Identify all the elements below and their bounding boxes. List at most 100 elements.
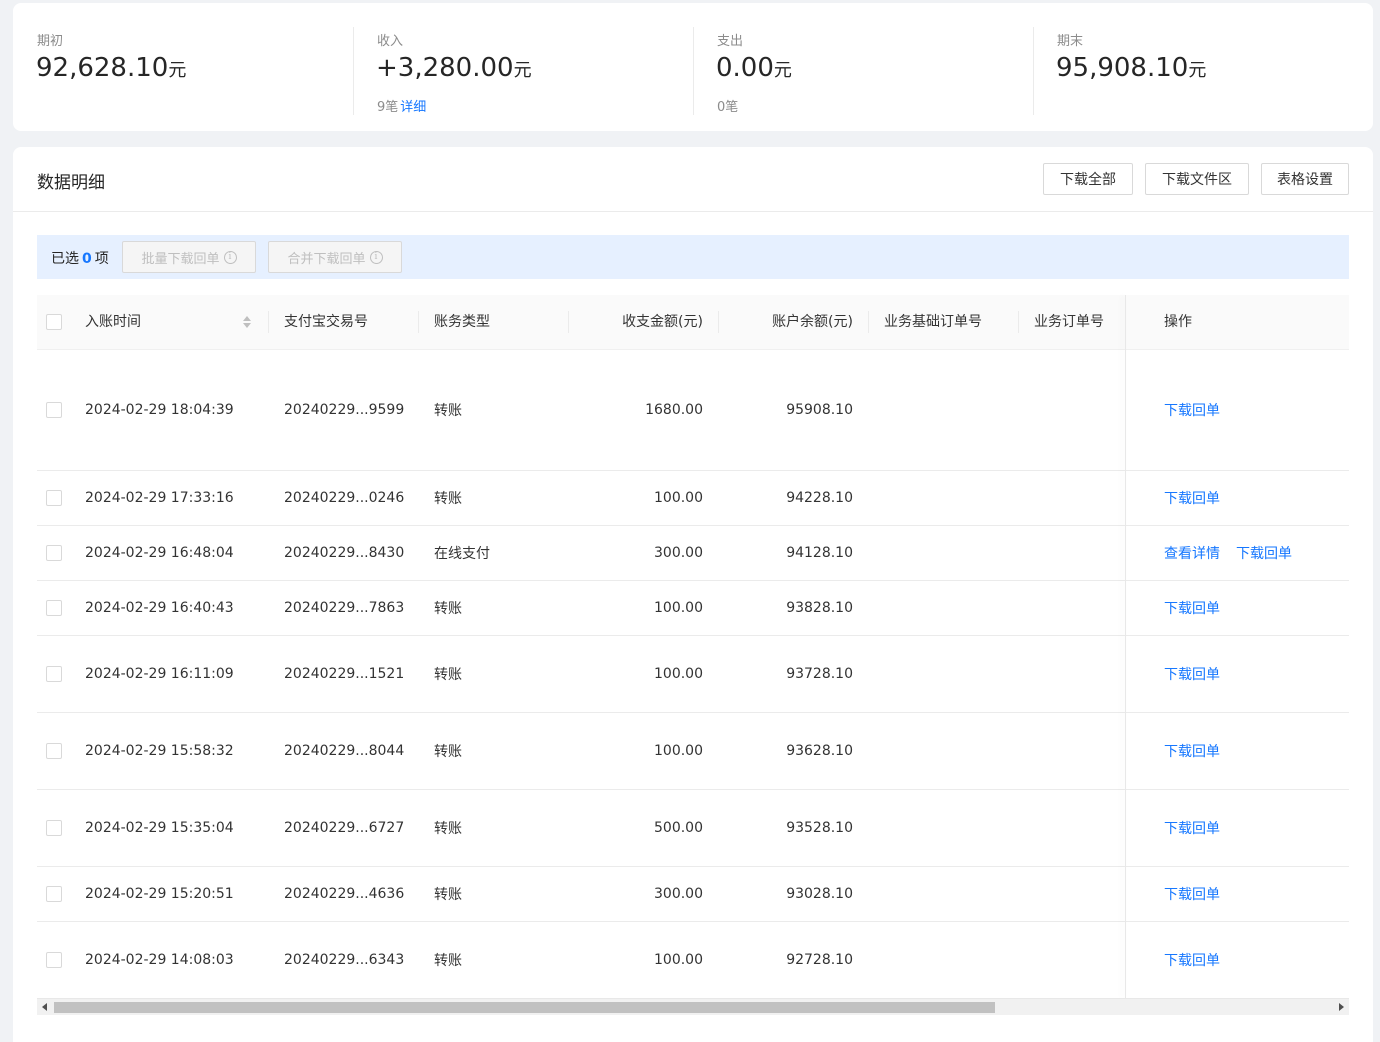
row-checkbox[interactable] — [46, 886, 62, 902]
merge-download-button[interactable]: 合并下载回单 i — [268, 241, 402, 273]
selection-bar: 已选 0 项 批量下载回单 i 合并下载回单 i — [37, 235, 1349, 279]
cell-trade-no: 20240229...0246 — [284, 490, 405, 506]
column-header-trade-no: 支付宝交易号 — [284, 314, 368, 330]
column-header-action: 操作 — [1164, 314, 1192, 330]
select-all-checkbox[interactable] — [46, 314, 62, 330]
row-checkbox[interactable] — [46, 952, 62, 968]
cell-trade-no: 20240229...8430 — [284, 545, 405, 561]
row-checkbox[interactable] — [46, 490, 62, 506]
column-divider — [268, 311, 269, 333]
download-receipt-link[interactable]: 下载回单 — [1164, 950, 1220, 970]
cell-time: 2024-02-29 16:48:04 — [85, 545, 234, 561]
cell-type: 转账 — [434, 887, 462, 903]
cell-type: 转账 — [434, 601, 462, 617]
cell-amount: 100.00 — [654, 743, 703, 759]
income-count: 9笔 详细 — [377, 100, 427, 115]
selection-count: 0 — [82, 251, 92, 267]
cell-amount: 1680.00 — [645, 402, 703, 418]
scrollbar-thumb[interactable] — [54, 1002, 995, 1013]
view-detail-link[interactable]: 查看详情 — [1164, 543, 1220, 563]
row-checkbox[interactable] — [46, 545, 62, 561]
column-header-time[interactable]: 入账时间 — [85, 295, 141, 350]
table-row: 2024-02-29 16:48:04 20240229...8430 在线支付… — [37, 526, 1349, 581]
cell-balance: 93028.10 — [786, 886, 853, 902]
cell-type: 在线支付 — [434, 546, 490, 562]
cell-balance: 95908.10 — [786, 402, 853, 418]
info-icon: i — [369, 250, 383, 264]
stat-divider — [693, 27, 694, 115]
cell-time: 2024-02-29 15:35:04 — [85, 820, 234, 836]
cell-amount: 100.00 — [654, 952, 703, 968]
cell-balance: 94128.10 — [786, 545, 853, 561]
cell-type: 转账 — [434, 821, 462, 837]
cell-amount: 500.00 — [654, 820, 703, 836]
income-stat: 收入 +3,280.00元 9笔 详细 — [353, 3, 693, 131]
selection-summary: 已选 0 项 — [51, 251, 109, 267]
column-header-amount: 收支金额(元) — [622, 314, 703, 330]
row-checkbox[interactable] — [46, 666, 62, 682]
scroll-left-icon[interactable] — [42, 1003, 47, 1011]
cell-amount: 100.00 — [654, 600, 703, 616]
row-checkbox[interactable] — [46, 820, 62, 836]
download-receipt-link[interactable]: 下载回单 — [1236, 543, 1292, 563]
closing-value: 95,908.10元 — [1056, 53, 1207, 83]
income-detail-link[interactable]: 详细 — [400, 100, 426, 115]
batch-download-button[interactable]: 批量下载回单 i — [122, 241, 256, 273]
row-checkbox[interactable] — [46, 600, 62, 616]
cell-type: 转账 — [434, 744, 462, 760]
panel-title: 数据明细 — [37, 173, 105, 193]
download-receipt-link[interactable]: 下载回单 — [1164, 818, 1220, 838]
download-receipt-link[interactable]: 下载回单 — [1164, 741, 1220, 761]
expense-value: 0.00元 — [716, 53, 792, 83]
row-checkbox[interactable] — [46, 743, 62, 759]
download-files-button[interactable]: 下载文件区 — [1145, 163, 1249, 195]
sort-icon[interactable] — [242, 315, 252, 329]
table-row: 2024-02-29 18:04:39 20240229...9599 转账 1… — [37, 350, 1349, 471]
panel-divider — [13, 211, 1373, 212]
horizontal-scrollbar[interactable] — [37, 998, 1349, 1015]
table-settings-button[interactable]: 表格设置 — [1261, 163, 1349, 195]
cell-amount: 100.00 — [654, 666, 703, 682]
column-header-balance: 账户余额(元) — [772, 314, 853, 330]
cell-time: 2024-02-29 16:11:09 — [85, 666, 234, 682]
scroll-right-icon[interactable] — [1339, 1003, 1344, 1011]
cell-time: 2024-02-29 15:20:51 — [85, 886, 234, 902]
cell-trade-no: 20240229...9599 — [284, 402, 405, 418]
download-receipt-link[interactable]: 下载回单 — [1164, 598, 1220, 618]
download-receipt-link[interactable]: 下载回单 — [1164, 400, 1220, 420]
cell-balance: 92728.10 — [786, 952, 853, 968]
download-receipt-link[interactable]: 下载回单 — [1164, 488, 1220, 508]
column-divider — [1018, 311, 1019, 333]
summary-card: 期初 92,628.10元 收入 +3,280.00元 9笔 详细 支出 0.00… — [13, 3, 1373, 131]
row-checkbox[interactable] — [46, 402, 62, 418]
table-row: 2024-02-29 17:33:16 20240229...0246 转账 1… — [37, 471, 1349, 526]
stat-divider — [1033, 27, 1034, 115]
download-receipt-link[interactable]: 下载回单 — [1164, 884, 1220, 904]
cell-amount: 300.00 — [654, 886, 703, 902]
cell-balance: 93828.10 — [786, 600, 853, 616]
cell-balance: 93728.10 — [786, 666, 853, 682]
cell-trade-no: 20240229...8044 — [284, 743, 405, 759]
income-label: 收入 — [377, 34, 404, 49]
cell-type: 转账 — [434, 491, 462, 507]
cell-amount: 100.00 — [654, 490, 703, 506]
cell-type: 转账 — [434, 403, 462, 419]
cell-time: 2024-02-29 18:04:39 — [85, 402, 234, 418]
cell-balance: 93628.10 — [786, 743, 853, 759]
cell-balance: 93528.10 — [786, 820, 853, 836]
column-divider — [718, 311, 719, 333]
opening-value: 92,628.10元 — [36, 53, 187, 83]
table-row: 2024-02-29 15:58:32 20240229...8044 转账 1… — [37, 713, 1349, 790]
closing-balance-stat: 期末 95,908.10元 — [1033, 3, 1373, 131]
download-receipt-link[interactable]: 下载回单 — [1164, 664, 1220, 684]
download-all-button[interactable]: 下载全部 — [1043, 163, 1133, 195]
column-divider — [568, 311, 569, 333]
cell-type: 转账 — [434, 953, 462, 969]
cell-trade-no: 20240229...1521 — [284, 666, 405, 682]
income-value: +3,280.00元 — [376, 53, 532, 83]
expense-label: 支出 — [717, 34, 744, 49]
cell-time: 2024-02-29 17:33:16 — [85, 490, 234, 506]
info-icon: i — [223, 250, 237, 264]
fixed-column-shadow — [1125, 295, 1126, 998]
column-header-base-order: 业务基础订单号 — [884, 314, 982, 330]
